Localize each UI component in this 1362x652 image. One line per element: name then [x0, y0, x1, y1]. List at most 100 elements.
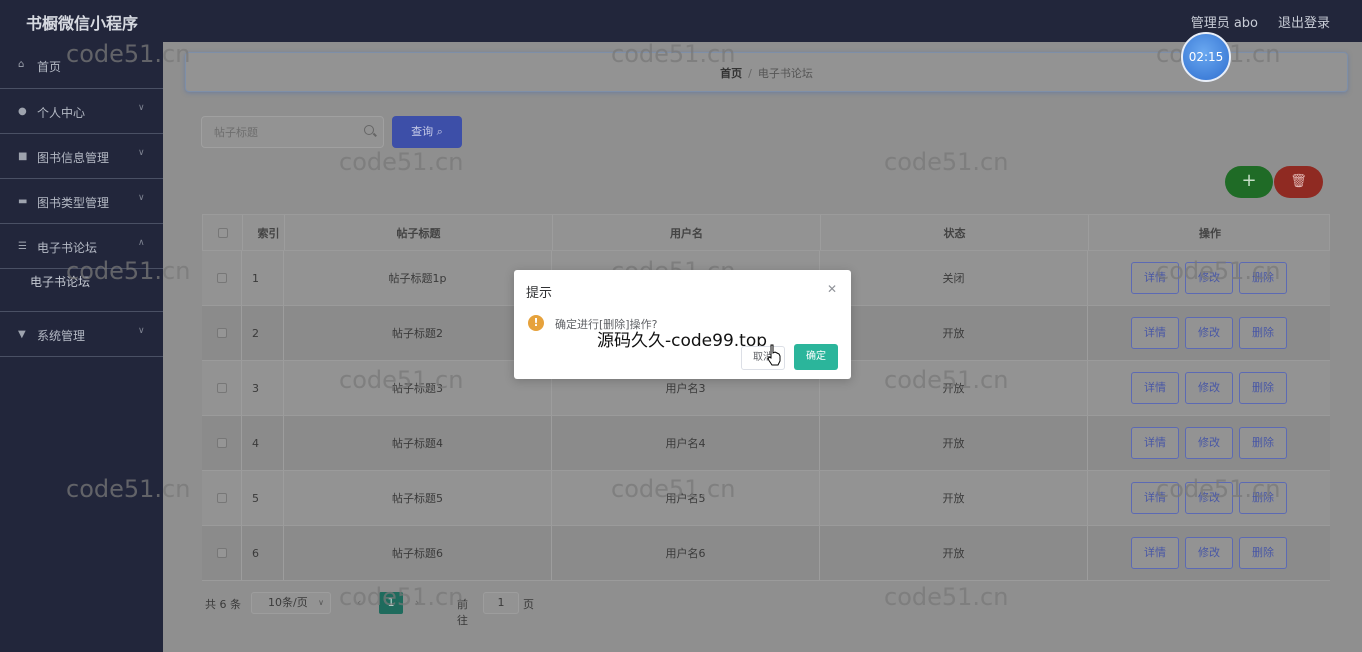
settings-icon: ▼: [18, 329, 26, 340]
table-row: 6 帖子标题6 用户名6 开放 详情 修改 删除: [202, 526, 1330, 581]
header-user: 用户名: [553, 215, 821, 250]
delete-button[interactable]: 删除: [1239, 482, 1287, 514]
row-checkbox[interactable]: [216, 383, 227, 393]
confirm-button[interactable]: 确定: [794, 344, 838, 370]
cell-index: 4: [242, 416, 284, 470]
detail-button[interactable]: 详情: [1131, 482, 1179, 514]
edit-button[interactable]: 修改: [1185, 372, 1233, 404]
chevron-down-icon: ∨: [138, 193, 145, 203]
row-checkbox[interactable]: [216, 438, 227, 448]
cell-status: 开放: [820, 416, 1088, 470]
detail-button[interactable]: 详情: [1131, 262, 1179, 294]
sidebar-item-label: 首页: [37, 60, 62, 74]
table-header: 索引 帖子标题 用户名 状态 操作: [202, 214, 1330, 251]
row-select-cell: [202, 471, 242, 525]
prev-page-icon[interactable]: ‹: [357, 596, 361, 609]
dialog-title: 提示: [526, 286, 553, 301]
select-all-checkbox[interactable]: [217, 227, 228, 238]
goto-page-input[interactable]: 1: [483, 592, 519, 614]
cancel-button[interactable]: 取消: [741, 346, 785, 370]
search-input[interactable]: [202, 117, 362, 147]
detail-button[interactable]: 详情: [1131, 372, 1179, 404]
app-title: 书橱微信小程序: [26, 14, 139, 33]
cell-title: 帖子标题2: [284, 306, 552, 360]
detail-button[interactable]: 详情: [1131, 317, 1179, 349]
next-page-icon[interactable]: ›: [415, 596, 419, 609]
sidebar-item-personal-center[interactable]: ● 个人中心 ∨: [0, 89, 163, 134]
delete-button[interactable]: 删除: [1239, 372, 1287, 404]
confirm-dialog: 提示 ✕ ! 确定进行[删除]操作? 源码久久-code99.top 取消 确定: [514, 270, 851, 379]
cell-index: 1: [242, 251, 284, 305]
breadcrumb-separator: /: [748, 67, 752, 80]
page-size-select[interactable]: 10条/页 ∨: [251, 592, 331, 614]
chat-icon: ▬: [18, 196, 28, 207]
warning-icon: !: [528, 315, 544, 331]
pagination-total: 共 6 条: [205, 598, 241, 611]
cell-actions: 详情 修改 删除: [1088, 416, 1330, 470]
cell-index: 5: [242, 471, 284, 525]
row-select-cell: [202, 526, 242, 580]
sidebar-item-ebook-forum[interactable]: ☰ 电子书论坛 ∧: [0, 224, 163, 269]
detail-button[interactable]: 详情: [1131, 427, 1179, 459]
cell-title: 帖子标题1p: [284, 251, 552, 305]
batch-delete-button[interactable]: 🗑: [1274, 166, 1323, 198]
breadcrumb-current: 电子书论坛: [757, 67, 813, 80]
book-icon: ■: [18, 151, 28, 162]
header-title: 帖子标题: [285, 215, 553, 250]
cell-actions: 详情 修改 删除: [1088, 526, 1330, 580]
delete-button[interactable]: 删除: [1239, 427, 1287, 459]
logout-link[interactable]: 退出登录: [1278, 12, 1330, 31]
delete-button[interactable]: 删除: [1239, 262, 1287, 294]
sidebar-item-label: 图书类型管理: [37, 196, 110, 210]
sidebar-item-book-type[interactable]: ▬ 图书类型管理 ∨: [0, 179, 163, 224]
sidebar-item-home[interactable]: ⌂ 首页: [0, 42, 163, 89]
admin-label: 管理员 abo: [1190, 16, 1258, 31]
edit-button[interactable]: 修改: [1185, 482, 1233, 514]
plus-icon: +: [1241, 170, 1257, 191]
table-row: 4 帖子标题4 用户名4 开放 详情 修改 删除: [202, 416, 1330, 471]
edit-button[interactable]: 修改: [1185, 537, 1233, 569]
close-icon[interactable]: ✕: [827, 282, 837, 296]
goto-unit: 页: [523, 598, 534, 611]
list-icon: ☰: [18, 241, 27, 252]
cell-status: 开放: [820, 471, 1088, 525]
cell-status: 开放: [820, 361, 1088, 415]
table-row: 5 帖子标题5 用户名5 开放 详情 修改 删除: [202, 471, 1330, 526]
cell-user: 用户名6: [552, 526, 820, 580]
trash-icon: 🗑: [1290, 174, 1307, 189]
search-button[interactable]: 查询 ⌕: [392, 116, 462, 148]
sidebar-item-book-info[interactable]: ■ 图书信息管理 ∨: [0, 134, 163, 179]
cell-title: 帖子标题6: [284, 526, 552, 580]
cell-index: 3: [242, 361, 284, 415]
chevron-up-icon: ∧: [138, 238, 145, 248]
delete-button[interactable]: 删除: [1239, 317, 1287, 349]
top-header: 书橱微信小程序 管理员 abo 退出登录: [0, 0, 1362, 42]
sidebar-item-system[interactable]: ▼ 系统管理 ∨: [0, 312, 163, 357]
add-button[interactable]: +: [1225, 166, 1273, 198]
timer-badge: 02:15: [1181, 32, 1231, 82]
goto-label: 前往: [457, 598, 468, 627]
sidebar-subitem-ebook-forum[interactable]: 电子书论坛: [0, 269, 163, 312]
row-checkbox[interactable]: [216, 273, 227, 283]
delete-button[interactable]: 删除: [1239, 537, 1287, 569]
cell-user: 用户名4: [552, 416, 820, 470]
row-checkbox[interactable]: [216, 328, 227, 338]
cell-title: 帖子标题3: [284, 361, 552, 415]
home-icon: ⌂: [18, 59, 25, 70]
edit-button[interactable]: 修改: [1185, 317, 1233, 349]
sidebar-item-label: 电子书论坛: [37, 241, 98, 255]
row-select-cell: [202, 416, 242, 470]
page-number-current[interactable]: 1: [379, 592, 403, 614]
cell-actions: 详情 修改 删除: [1088, 361, 1330, 415]
breadcrumb-home[interactable]: 首页: [720, 67, 742, 80]
row-checkbox[interactable]: [216, 548, 227, 558]
row-checkbox[interactable]: [216, 493, 227, 503]
header-actions: 操作: [1199, 226, 1221, 240]
detail-button[interactable]: 详情: [1131, 537, 1179, 569]
row-select-cell: [202, 361, 242, 415]
edit-button[interactable]: 修改: [1185, 427, 1233, 459]
breadcrumb-card: 首页 / 电子书论坛: [185, 52, 1348, 92]
search-icon: [364, 125, 374, 135]
search-field[interactable]: [201, 116, 384, 148]
edit-button[interactable]: 修改: [1185, 262, 1233, 294]
